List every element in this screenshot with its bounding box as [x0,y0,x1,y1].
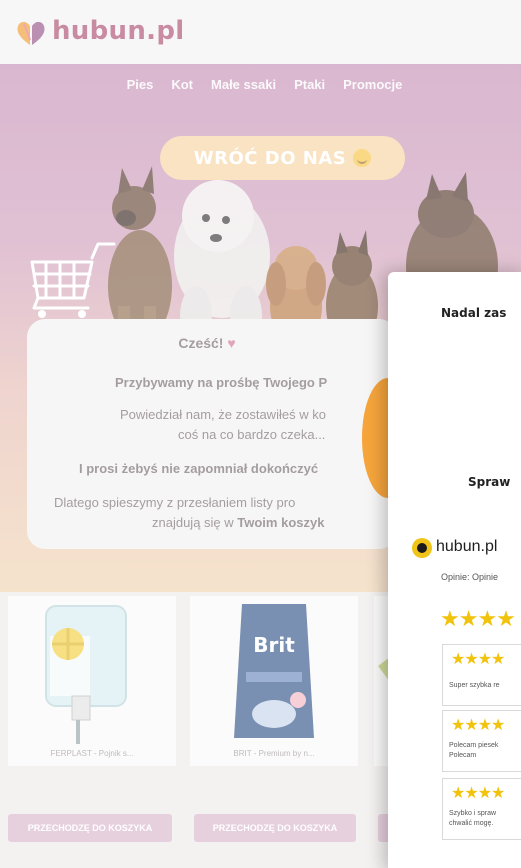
review-stars: ★★★★ [451,785,505,802]
dog-food-bag-image: Brit [234,604,314,738]
message-line-2: Powiedział nam, że zostawiłeś w ko [120,407,326,422]
heart-icon: ♥ [227,335,236,351]
review-text-line-2: chwalić mogę. [449,820,494,827]
nav-item-pies[interactable]: Pies [127,77,154,92]
review-card[interactable]: ★★★★ Polecam piesek Polecam [442,710,521,772]
review-stars: ★★★★ [451,717,505,734]
product-card[interactable]: FERPLAST - Pojnik s... [8,596,176,766]
review-text: Super szybka re [449,681,500,691]
greeting-label: Cześć! [178,335,224,351]
message-card: Cześć! ♥ Przybywamy na prośbę Twojego P … [27,319,397,549]
reviews-widget: hubun.pl Opinie: Opinie ★★★★ ★★★★ Super … [388,272,521,868]
product-name[interactable]: FERPLAST - Pojnik s... [8,749,176,758]
reviews-logo-icon [412,538,432,558]
widget-brand[interactable]: hubun.pl [436,538,497,556]
message-line-1: Przybywamy na prośbę Twojego P [115,375,328,390]
nav-item-kot[interactable]: Kot [171,77,193,92]
message-line-6: znajdują się w Twoim koszyk [152,515,324,530]
rating-stars: ★★★★ [440,606,516,631]
product-card[interactable]: Brit BRIT - Premium by n... [190,596,358,766]
nav-item-promocje[interactable]: Promocje [343,77,402,92]
shopping-cart-icon [30,242,116,318]
nav-item-male-ssaki[interactable]: Małe ssaki [211,77,276,92]
go-to-cart-button[interactable]: PRZECHODZĘ DO KOSZYKA [8,814,172,842]
reviews-count-label: Opinie: Opinie [441,572,499,582]
review-text-line-2: Polecam [449,752,477,759]
go-to-cart-button[interactable]: PRZECHODZĘ DO KOSZYKA [194,814,356,842]
review-card[interactable]: ★★★★ Szybko i spraw chwalić mogę. [442,778,521,840]
review-text-line-1: Polecam piesek [449,742,499,749]
popup-modal: Nadal zas Spraw hubun.pl Opinie: Opinie … [388,272,521,868]
greeting-text: Cześć! ♥ [122,335,292,351]
review-text: Polecam piesek Polecam [449,741,498,761]
product-name[interactable]: BRIT - Premium by n... [190,749,358,758]
review-text: Szybko i spraw chwalić mogę. [449,809,496,829]
review-stars: ★★★★ [451,651,505,668]
review-text-line-1: Super szybka re [449,682,500,689]
water-bottle-image [45,605,127,744]
brand-logo-text[interactable]: hubun.pl [52,16,184,46]
message-line-6-text: znajdują się w [152,515,238,530]
svg-text:Brit: Brit [253,633,295,657]
main-nav: Pies Kot Małe ssaki Ptaki Promocje [0,77,521,92]
message-line-4: I prosi żebyś nie zapomniał dokończyć [79,461,319,476]
nav-item-ptaki[interactable]: Ptaki [294,77,325,92]
message-line-3: coś na co bardzo czeka... [178,427,326,442]
review-card[interactable]: ★★★★ Super szybka re [442,644,521,706]
logo-bar: hubun.pl [0,0,521,64]
heart-logo-icon [17,21,45,45]
message-line-6-bold: Twoim koszyk [237,515,325,530]
review-text-line-1: Szybko i spraw [449,810,497,817]
message-line-5: Dlatego spieszymy z przesłaniem listy pr… [54,495,296,510]
